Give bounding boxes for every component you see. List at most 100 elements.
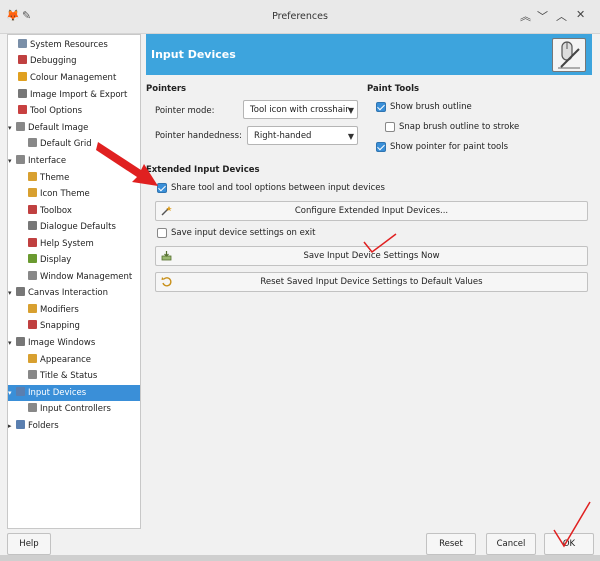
folders-icon xyxy=(16,420,25,429)
sidebar-item-label: Window Management xyxy=(40,272,133,282)
sidebar-item-label: Image Import & Export xyxy=(30,90,128,100)
sidebar-item-dialogue-defaults[interactable]: Dialogue Defaults xyxy=(28,219,116,235)
snapping-icon xyxy=(28,320,37,329)
dialogue-defaults-icon xyxy=(28,221,37,230)
help-system-icon xyxy=(28,238,37,247)
maximize-icon[interactable]: ︿ xyxy=(556,8,567,24)
annotation-checkmark-icon xyxy=(553,501,591,548)
sidebar-item-label: Appearance xyxy=(40,355,92,365)
preferences-sidebar: System Resources Debugging Colour Manageme… xyxy=(7,34,141,529)
reset-saved-settings-button[interactable]: Reset Saved Input Device Settings to Def… xyxy=(155,272,588,292)
image-windows-icon xyxy=(16,337,25,346)
show-brush-outline-checkbox[interactable] xyxy=(376,102,386,112)
default-grid-icon xyxy=(28,138,37,147)
save-on-exit-checkbox[interactable] xyxy=(157,228,167,238)
show-pointer-label: Show pointer for paint tools xyxy=(390,142,509,152)
sidebar-item-window-management[interactable]: Window Management xyxy=(28,269,132,285)
sidebar-item-display[interactable]: Display xyxy=(28,252,71,268)
sidebar-item-debugging[interactable]: Debugging xyxy=(18,53,77,69)
window-management-icon xyxy=(28,271,37,280)
appearance-icon xyxy=(28,354,37,363)
help-button[interactable]: Help xyxy=(7,533,51,555)
window-title: Preferences xyxy=(272,11,328,22)
pointer-mode-label: Pointer mode: xyxy=(155,106,215,116)
default-image-icon xyxy=(16,122,25,131)
sidebar-item-interface[interactable]: ▾ Interface xyxy=(8,153,66,169)
minimize-icon[interactable]: ﹀ xyxy=(537,8,548,24)
title-status-icon xyxy=(28,370,37,379)
annotation-arrow-icon xyxy=(96,142,158,186)
sidebar-item-image-import-export[interactable]: Image Import & Export xyxy=(18,87,127,103)
input-devices-icon xyxy=(552,38,586,72)
show-pointer-checkbox[interactable] xyxy=(376,142,386,152)
sidebar-item-input-controllers[interactable]: Input Controllers xyxy=(28,401,111,417)
sidebar-item-input-devices[interactable]: ▾ Input Devices xyxy=(8,385,140,401)
sidebar-item-label: Help System xyxy=(40,239,94,249)
pointer-mode-select[interactable]: Tool icon with crosshair ▼ xyxy=(243,100,358,119)
main-panel: Input Devices Pointers Pointer mode: Too… xyxy=(146,34,592,527)
title-bar: 🦊 ✎ Preferences ︽ ﹀ ︿ ✕ xyxy=(0,0,600,34)
sidebar-item-snapping[interactable]: Snapping xyxy=(28,318,80,334)
save-on-exit-label: Save input device settings on exit xyxy=(171,228,316,238)
sidebar-item-colour-management[interactable]: Colour Management xyxy=(18,70,116,86)
pointers-section-title: Pointers xyxy=(146,84,187,94)
canvas-interaction-icon xyxy=(16,287,25,296)
colour-management-icon xyxy=(18,72,27,81)
page-header: Input Devices xyxy=(146,34,592,75)
configure-wand-icon xyxy=(161,206,172,216)
close-icon[interactable]: ✕ xyxy=(576,8,585,21)
sidebar-item-system-resources[interactable]: System Resources xyxy=(18,37,108,53)
sidebar-item-title-status[interactable]: Title & Status xyxy=(28,368,97,384)
reset-undo-icon xyxy=(161,277,172,287)
save-download-icon xyxy=(161,251,172,261)
sidebar-item-label: Folders xyxy=(28,421,59,431)
sidebar-item-theme[interactable]: Theme xyxy=(28,170,69,186)
sidebar-item-label: Icon Theme xyxy=(40,189,90,199)
image-import-export-icon xyxy=(18,89,27,98)
expander-open-icon[interactable]: ▾ xyxy=(8,120,16,136)
sidebar-item-label: Toolbox xyxy=(40,206,72,216)
input-devices-icon xyxy=(16,387,25,396)
annotation-checkmark-icon xyxy=(363,233,397,254)
pointer-mode-value: Tool icon with crosshair xyxy=(250,105,349,115)
snap-brush-outline-label: Snap brush outline to stroke xyxy=(399,122,520,132)
configure-extended-button[interactable]: Configure Extended Input Devices... xyxy=(155,201,588,221)
sidebar-item-folders[interactable]: ▸ Folders xyxy=(8,418,59,434)
pointer-handedness-select[interactable]: Right-handed ▼ xyxy=(247,126,358,145)
sidebar-item-label: System Resources xyxy=(30,40,108,50)
expander-open-icon[interactable]: ▾ xyxy=(8,385,16,401)
system-resources-icon xyxy=(18,39,27,48)
configure-extended-label: Configure Extended Input Devices... xyxy=(294,206,449,216)
sidebar-item-default-image[interactable]: ▾ Default Image xyxy=(8,120,88,136)
sidebar-item-label: Modifiers xyxy=(40,305,79,315)
sidebar-item-label: Default Image xyxy=(28,123,89,133)
sidebar-item-modifiers[interactable]: Modifiers xyxy=(28,302,79,318)
modifiers-icon xyxy=(28,304,37,313)
page-title: Input Devices xyxy=(151,48,236,61)
icon-theme-icon xyxy=(28,188,37,197)
sidebar-item-image-windows[interactable]: ▾ Image Windows xyxy=(8,335,95,351)
reset-saved-settings-label: Reset Saved Input Device Settings to Def… xyxy=(260,277,483,287)
sidebar-item-tool-options[interactable]: Tool Options xyxy=(18,103,82,119)
sidebar-item-canvas-interaction[interactable]: ▾ Canvas Interaction xyxy=(8,285,108,301)
reset-button[interactable]: Reset xyxy=(426,533,476,555)
expander-closed-icon[interactable]: ▸ xyxy=(8,418,16,434)
pointer-handedness-value: Right-handed xyxy=(254,131,312,141)
sidebar-item-label: Canvas Interaction xyxy=(28,288,109,298)
sidebar-item-icon-theme[interactable]: Icon Theme xyxy=(28,186,90,202)
sidebar-item-help-system[interactable]: Help System xyxy=(28,236,94,252)
sidebar-item-label: Debugging xyxy=(30,56,77,66)
theme-icon xyxy=(28,172,37,181)
expander-open-icon[interactable]: ▾ xyxy=(8,285,16,301)
keep-above-icon[interactable]: ︽ xyxy=(520,8,531,24)
input-controllers-icon xyxy=(28,403,37,412)
expander-open-icon[interactable]: ▾ xyxy=(8,335,16,351)
cancel-button[interactable]: Cancel xyxy=(486,533,536,555)
sidebar-item-appearance[interactable]: Appearance xyxy=(28,352,91,368)
snap-brush-outline-checkbox[interactable] xyxy=(385,122,395,132)
toolbox-icon xyxy=(28,205,37,214)
sidebar-item-default-grid[interactable]: Default Grid xyxy=(28,136,92,152)
sidebar-item-label: Input Devices xyxy=(28,388,87,398)
expander-open-icon[interactable]: ▾ xyxy=(8,153,16,169)
sidebar-item-toolbox[interactable]: Toolbox xyxy=(28,203,72,219)
